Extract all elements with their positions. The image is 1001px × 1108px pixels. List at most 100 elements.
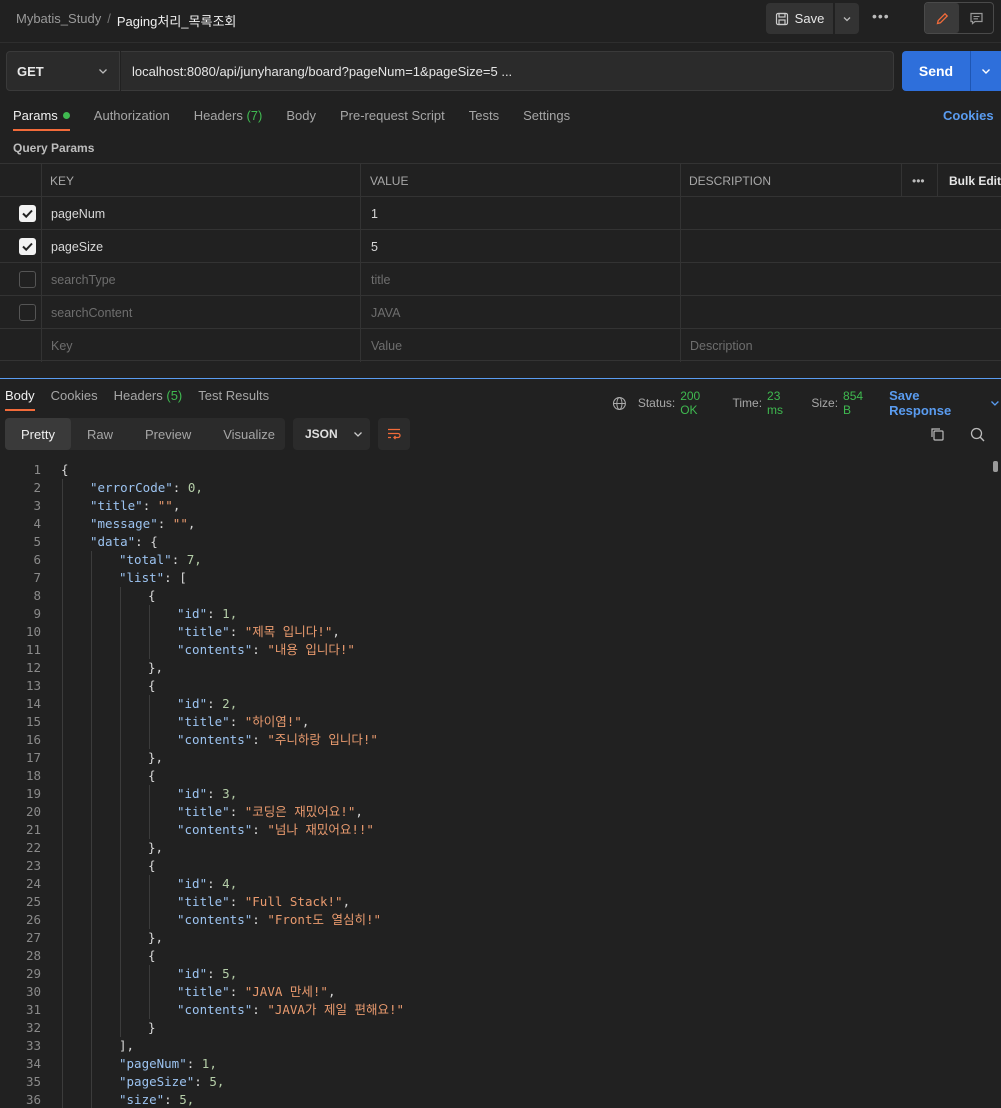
line-number: 6	[33, 552, 41, 567]
chevron-down-icon	[353, 432, 362, 437]
code-text: {	[148, 948, 156, 963]
code-text: {	[148, 588, 156, 603]
globe-icon[interactable]	[612, 396, 627, 411]
param-checkbox[interactable]	[19, 304, 36, 321]
code-line: 30 "title": "JAVA 만세!",	[0, 983, 1001, 1001]
code-line: 32}	[0, 1019, 1001, 1037]
search-icon[interactable]	[969, 426, 986, 443]
code-line: 7 "list": [	[0, 569, 1001, 587]
indent-guide	[149, 875, 150, 929]
method-select[interactable]: GET	[6, 51, 120, 91]
new-description-input[interactable]: Description	[690, 329, 753, 362]
tab-headers[interactable]: Headers (7)	[194, 108, 263, 132]
query-params-label: Query Params	[13, 141, 95, 155]
save-label: Save	[794, 11, 825, 26]
code-line: 34 "pageNum": 1,	[0, 1055, 1001, 1073]
line-number: 20	[25, 804, 41, 819]
line-number: 17	[25, 750, 41, 765]
send-button[interactable]: Send	[902, 51, 1001, 91]
param-checkbox[interactable]	[19, 238, 36, 255]
save-button[interactable]: Save	[766, 3, 833, 34]
breadcrumb-workspace[interactable]: Mybatis_Study	[16, 11, 101, 30]
code-line: 28 {	[0, 947, 1001, 965]
checkmark-icon	[22, 209, 33, 219]
tab-params[interactable]: Params	[13, 108, 70, 132]
code-line: 13 {	[0, 677, 1001, 695]
more-options-button[interactable]: •••	[872, 8, 890, 24]
format-select[interactable]: JSON	[293, 418, 370, 450]
view-preview[interactable]: Preview	[129, 418, 207, 450]
status-label: Status:	[637, 396, 676, 410]
tab-prerequest-script[interactable]: Pre-request Script	[340, 108, 445, 132]
tab-body[interactable]: Body	[286, 108, 316, 132]
code-text: "title": "",	[90, 498, 181, 513]
table-row: pageSize 5	[0, 229, 1001, 263]
param-checkbox[interactable]	[19, 271, 36, 288]
column-description: DESCRIPTION	[689, 173, 772, 188]
breadcrumb-request-name[interactable]: Paging처리_목록조회	[117, 11, 236, 30]
response-body-code[interactable]: 1{2 "errorCode": 0, 3 "title": "", 4 "message…	[0, 461, 1001, 1108]
line-number: 25	[25, 894, 41, 909]
chevron-down-icon[interactable]	[989, 397, 1001, 409]
view-raw[interactable]: Raw	[71, 418, 129, 450]
code-scrollbar[interactable]	[993, 461, 998, 472]
line-number: 24	[25, 876, 41, 891]
tab-response-body[interactable]: Body	[5, 388, 35, 412]
send-label: Send	[918, 63, 954, 79]
tab-test-results[interactable]: Test Results	[198, 388, 269, 412]
view-pretty[interactable]: Pretty	[5, 418, 71, 450]
tab-response-cookies[interactable]: Cookies	[51, 388, 98, 412]
status-value: 200 OK	[680, 389, 701, 417]
line-number: 34	[25, 1056, 41, 1071]
url-input[interactable]: localhost:8080/api/junyharang/board?page…	[121, 51, 894, 91]
view-visualize[interactable]: Visualize	[207, 418, 291, 450]
param-key[interactable]: searchContent	[51, 296, 132, 329]
new-value-input[interactable]: Value	[371, 329, 402, 362]
cookies-link[interactable]: Cookies	[943, 108, 994, 123]
wrap-lines-button[interactable]	[378, 418, 410, 450]
method-label: GET	[17, 63, 44, 79]
breadcrumb-separator: /	[107, 11, 111, 26]
edit-mode-button[interactable]	[925, 3, 959, 33]
code-text: "id": 3,	[177, 786, 238, 801]
line-number: 14	[25, 696, 41, 711]
top-bar: Mybatis_Study / Paging처리_목록조회 Save •••	[0, 0, 1001, 43]
new-key-input[interactable]: Key	[51, 329, 73, 362]
param-value[interactable]: title	[371, 263, 390, 296]
tab-settings[interactable]: Settings	[523, 108, 570, 132]
response-divider[interactable]	[0, 378, 1001, 379]
mode-toggle	[924, 2, 994, 34]
code-line: 20 "title": "코딩은 재밌어요!",	[0, 803, 1001, 821]
line-number: 13	[25, 678, 41, 693]
param-value[interactable]: 1	[371, 197, 378, 230]
code-text: {	[61, 462, 69, 477]
param-key[interactable]: pageNum	[51, 197, 105, 230]
bulk-edit-button[interactable]: Bulk Edit	[949, 164, 1001, 197]
indent-guide	[149, 785, 150, 839]
code-text: },	[148, 840, 164, 855]
tab-tests[interactable]: Tests	[469, 108, 499, 132]
save-response-button[interactable]: Save Response	[889, 388, 984, 418]
code-line: 24 "id": 4,	[0, 875, 1001, 893]
copy-icon[interactable]	[929, 426, 946, 443]
line-number: 15	[25, 714, 41, 729]
param-key[interactable]: pageSize	[51, 230, 103, 263]
comment-icon	[969, 12, 983, 25]
line-number: 1	[33, 462, 41, 477]
param-value[interactable]: JAVA	[371, 296, 400, 329]
send-dropdown-button[interactable]	[971, 65, 1001, 77]
save-dropdown-button[interactable]	[835, 3, 859, 34]
tab-authorization[interactable]: Authorization	[94, 108, 170, 132]
column-options-button[interactable]: •••	[912, 164, 925, 197]
param-value[interactable]: 5	[371, 230, 378, 263]
param-key[interactable]: searchType	[51, 263, 116, 296]
code-line: 25 "title": "Full Stack!",	[0, 893, 1001, 911]
code-line: 6 "total": 7,	[0, 551, 1001, 569]
table-header-row: KEY VALUE DESCRIPTION ••• Bulk Edit	[0, 163, 1001, 197]
tab-response-headers[interactable]: Headers (5)	[114, 388, 183, 412]
code-text: "title": "Full Stack!",	[177, 894, 351, 909]
line-number: 35	[25, 1074, 41, 1089]
param-checkbox[interactable]	[19, 205, 36, 222]
code-text: "message": "",	[90, 516, 196, 531]
comments-button[interactable]	[959, 3, 993, 33]
